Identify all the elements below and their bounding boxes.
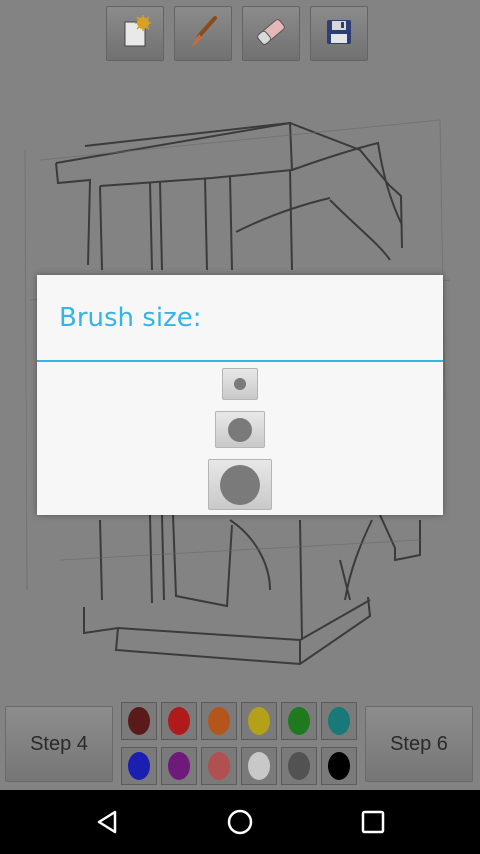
color-swatch-purple[interactable]	[161, 747, 197, 785]
color-swatch-blue[interactable]	[121, 747, 157, 785]
color-swatch-white[interactable]	[241, 747, 277, 785]
color-swatch-pink[interactable]	[201, 747, 237, 785]
home-icon	[227, 809, 253, 835]
new-page-icon	[117, 14, 153, 54]
android-nav-bar	[0, 790, 480, 854]
dialog-title: Brush size:	[59, 303, 202, 333]
color-swatch-dark-red[interactable]	[121, 702, 157, 740]
brush-size-dialog: Brush size:	[37, 275, 443, 515]
color-swatch-black[interactable]	[321, 747, 357, 785]
home-button[interactable]	[224, 806, 256, 838]
back-button[interactable]	[91, 806, 123, 838]
save-icon	[323, 16, 355, 52]
brush-button[interactable]	[174, 6, 232, 61]
brush-icon	[185, 14, 221, 54]
recents-icon	[361, 810, 385, 834]
top-toolbar	[106, 6, 368, 61]
color-swatch-yellow[interactable]	[241, 702, 277, 740]
eraser-icon	[253, 14, 289, 54]
back-icon	[97, 810, 117, 834]
large-brush-button[interactable]	[208, 459, 272, 510]
large-dot-icon	[220, 464, 260, 505]
dialog-divider	[37, 360, 443, 362]
new-page-button[interactable]	[106, 6, 164, 61]
small-dot-icon	[234, 378, 246, 390]
eraser-button[interactable]	[242, 6, 300, 61]
color-swatch-gray[interactable]	[281, 747, 317, 785]
color-swatch-orange[interactable]	[201, 702, 237, 740]
medium-dot-icon	[228, 417, 252, 442]
color-swatch-green[interactable]	[281, 702, 317, 740]
recents-button[interactable]	[357, 806, 389, 838]
small-brush-button[interactable]	[222, 368, 258, 400]
step-4-button[interactable]: Step 4	[5, 706, 113, 782]
color-swatch-red[interactable]	[161, 702, 197, 740]
medium-brush-button[interactable]	[215, 411, 265, 448]
step-6-button[interactable]: Step 6	[365, 706, 473, 782]
bottom-bar: Step 4 Step 6	[0, 700, 480, 790]
color-swatch-teal[interactable]	[321, 702, 357, 740]
save-button[interactable]	[310, 6, 368, 61]
